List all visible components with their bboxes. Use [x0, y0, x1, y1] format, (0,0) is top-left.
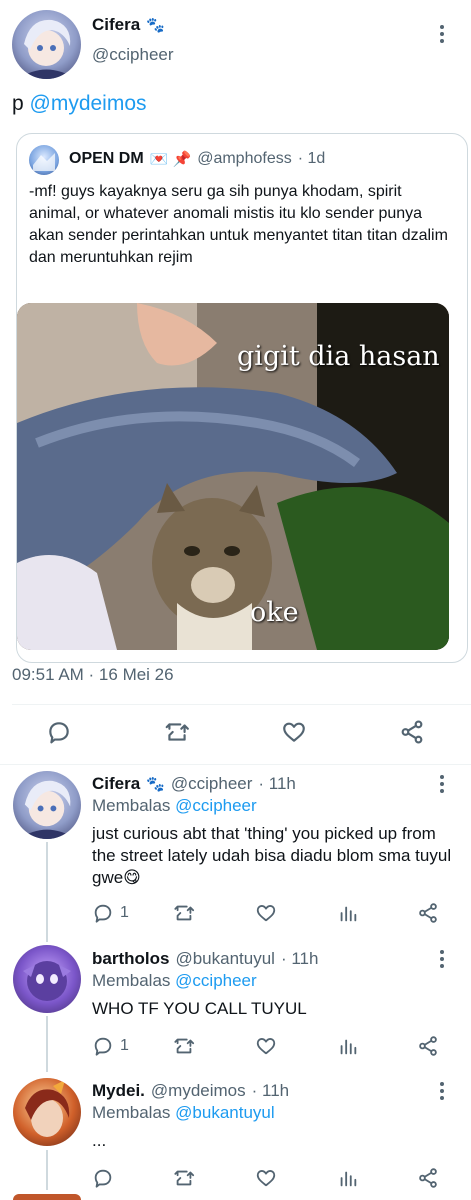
author-avatar[interactable] [12, 10, 81, 79]
heart-icon [283, 722, 305, 742]
more-options-icon[interactable] [440, 25, 444, 43]
quoted-author-emojis: 💌 📌 [149, 151, 192, 168]
retweet-icon [174, 1170, 195, 1186]
reply-button[interactable]: 1 [92, 1035, 129, 1057]
reply-button[interactable] [46, 719, 72, 745]
quoted-tweet-age: · 1d [297, 150, 326, 167]
tweet-text: p @mydeimos [12, 91, 147, 117]
meme-caption-top: gigit dia hasan [237, 341, 440, 372]
replying-to-link[interactable]: @bukantuyul [175, 1103, 275, 1122]
reply-count: 1 [120, 1037, 129, 1054]
share-icon [401, 720, 423, 744]
more-options-icon[interactable] [440, 1082, 444, 1100]
share-icon [419, 903, 437, 923]
reply-icon [49, 722, 69, 744]
avatar-illustration [23, 961, 71, 1001]
reply-author-handle[interactable]: @mydeimos [151, 1081, 246, 1101]
share-button[interactable] [399, 719, 425, 745]
retweet-button[interactable] [173, 1167, 195, 1189]
replying-to-link[interactable]: @ccipheer [175, 796, 257, 815]
quoted-author-handle[interactable]: @amphofess [197, 150, 292, 168]
thread-line [46, 1016, 48, 1072]
reply-author-name[interactable]: Cifera [92, 774, 140, 794]
thread-line [46, 1150, 48, 1190]
reply-text: just curious abt that 'thing' you picked… [92, 824, 452, 887]
divider [0, 764, 471, 765]
reply-author-handle[interactable]: @bukantuyul [175, 949, 275, 969]
analytics-button[interactable] [337, 1035, 359, 1057]
reply-text: WHO TF YOU CALL TUYUL [92, 999, 307, 1018]
like-button[interactable] [255, 1167, 277, 1189]
divider [12, 704, 471, 705]
thread-line [46, 842, 48, 942]
tweet-timestamp[interactable]: 09:51 AM · 16 Mei 26 [12, 665, 174, 685]
quoted-tweet-text: -mf! guys kayaknya seru ga sih punya kho… [29, 183, 448, 266]
reply-age: · 11h [258, 774, 296, 793]
replying-to-label: Membalas [92, 971, 171, 990]
reply-icon [94, 904, 112, 923]
share-icon [419, 1036, 437, 1056]
retweet-button[interactable] [173, 902, 195, 924]
reply-button[interactable] [92, 1167, 120, 1189]
reply-author-name[interactable]: Mydei. [92, 1081, 145, 1101]
author-name[interactable]: Cifera [92, 15, 140, 35]
quoted-author-name[interactable]: OPEN DM [69, 150, 144, 168]
like-button[interactable] [281, 719, 307, 745]
quoted-avatar-illustration [33, 153, 55, 171]
paw-emoji: 🐾 [146, 776, 165, 793]
reply-author-name[interactable]: bartholos [92, 949, 169, 969]
share-button[interactable] [417, 1035, 439, 1057]
heart-icon [256, 905, 276, 922]
mention-link[interactable]: @mydeimos [30, 92, 147, 115]
more-options-icon[interactable] [440, 950, 444, 968]
reply-author-handle[interactable]: @ccipheer [171, 774, 253, 794]
reply-count: 1 [120, 904, 129, 921]
analytics-button[interactable] [337, 902, 359, 924]
retweet-icon [165, 723, 189, 741]
replying-to-label: Membalas [92, 796, 171, 815]
reply-age: · 11h [280, 949, 319, 968]
reply-age: · 11h [251, 1081, 290, 1100]
more-options-icon[interactable] [440, 775, 444, 793]
retweet-icon [174, 1038, 195, 1054]
heart-icon [256, 1038, 276, 1055]
analytics-icon [340, 1039, 357, 1055]
quoted-tweet-image[interactable]: gigit dia hasan oke [17, 303, 449, 650]
share-icon [419, 1168, 437, 1188]
retweet-icon [174, 905, 195, 921]
avatar-illustration [18, 19, 76, 79]
reply-avatar[interactable] [13, 945, 81, 1013]
reply-button[interactable]: 1 [92, 902, 129, 924]
analytics-icon [340, 906, 357, 922]
reply-icon [94, 1037, 112, 1056]
like-button[interactable] [255, 902, 277, 924]
reply-avatar[interactable] [13, 771, 81, 839]
reply-avatar[interactable] [13, 1078, 81, 1146]
meme-caption-bottom: oke [250, 597, 299, 628]
retweet-button[interactable] [173, 1035, 195, 1057]
reply-text: ... [92, 1131, 107, 1150]
reply-icon [94, 1169, 112, 1188]
share-button[interactable] [417, 1167, 439, 1189]
replying-to-label: Membalas [92, 1103, 171, 1122]
tweet-text-prefix: p [12, 92, 30, 115]
paw-emoji: 🐾 [146, 17, 165, 34]
avatar-illustration [18, 780, 77, 839]
heart-icon [256, 1170, 276, 1187]
retweet-button[interactable] [164, 719, 190, 745]
analytics-icon [340, 1171, 357, 1187]
avatar-illustration [25, 1080, 70, 1137]
quoted-author-avatar[interactable] [29, 145, 59, 175]
next-reply-avatar-edge [13, 1194, 81, 1200]
replying-to-link[interactable]: @ccipheer [175, 971, 257, 990]
author-handle[interactable]: @ccipheer [92, 45, 174, 65]
analytics-button[interactable] [337, 1167, 359, 1189]
like-button[interactable] [255, 1035, 277, 1057]
share-button[interactable] [417, 902, 439, 924]
